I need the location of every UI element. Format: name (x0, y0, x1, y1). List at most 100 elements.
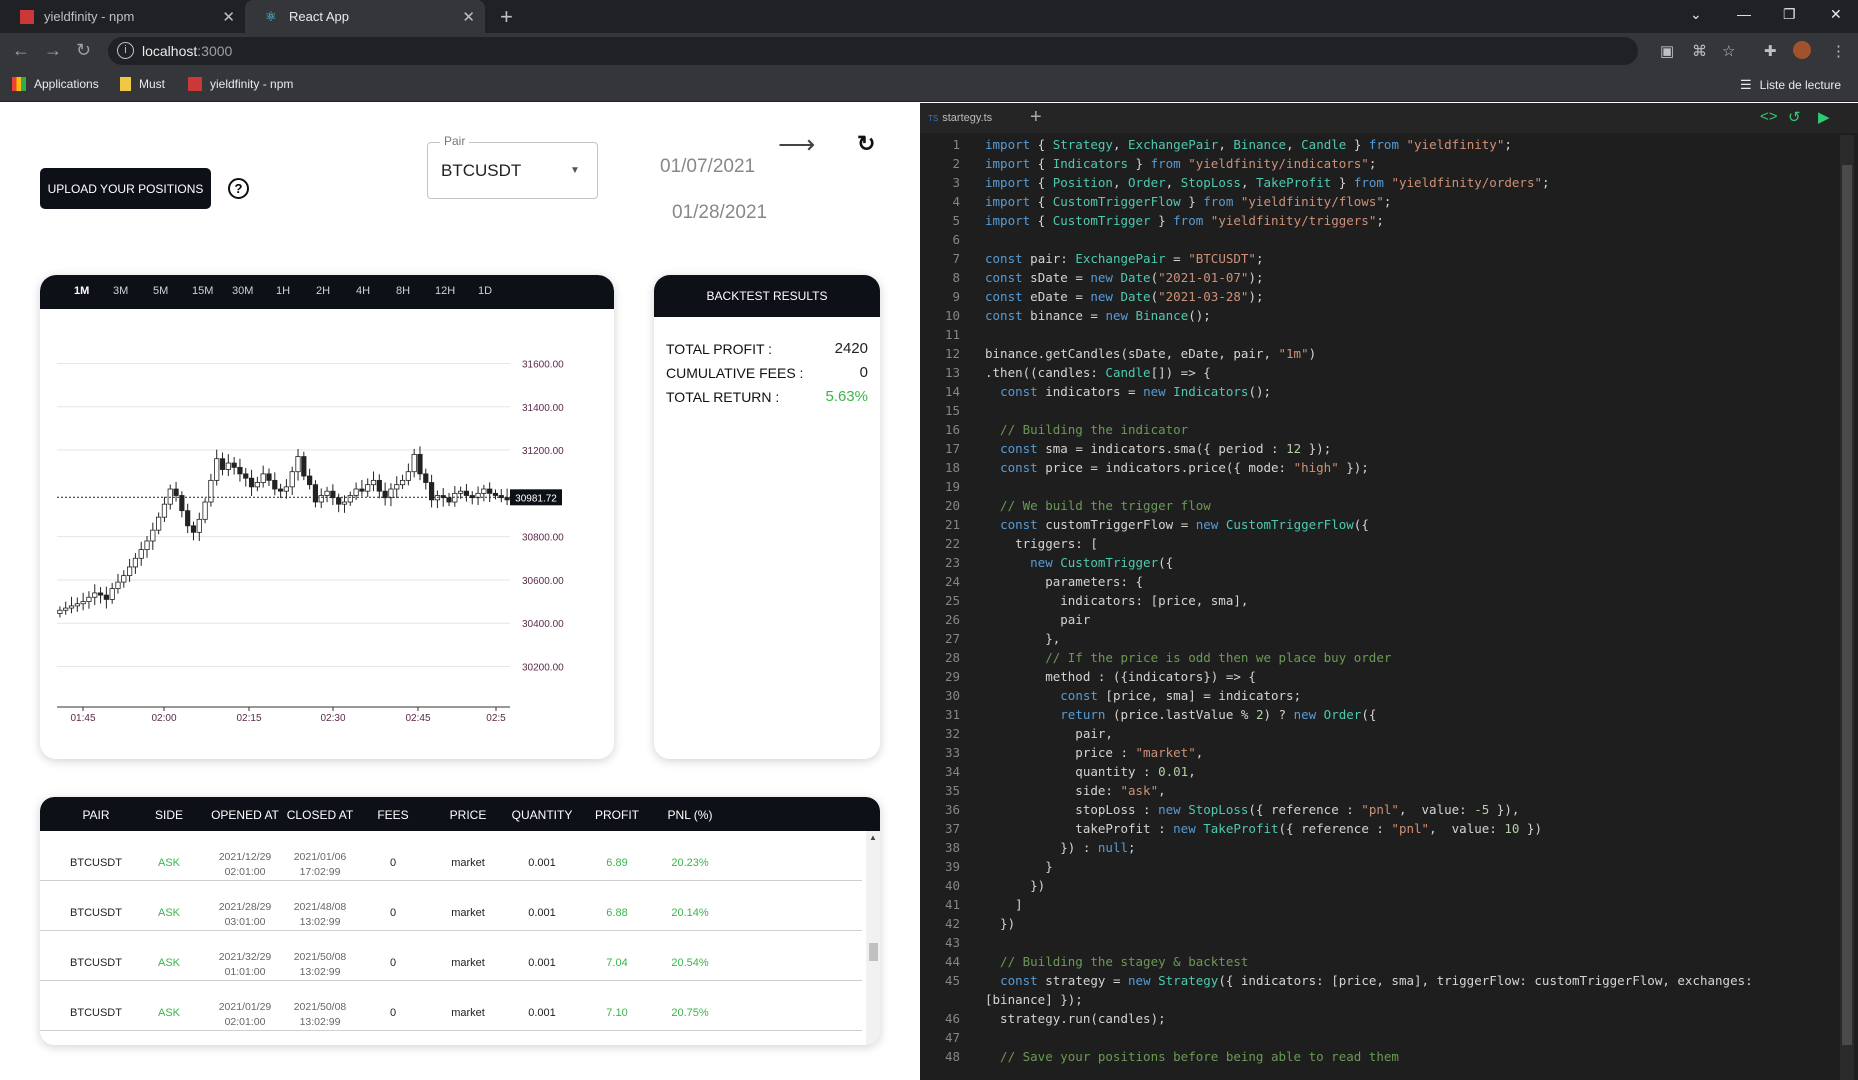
line-number: 13 (944, 365, 960, 380)
code-token: 10 (1504, 821, 1520, 836)
code-token: new (1195, 517, 1219, 532)
scroll-thumb[interactable] (869, 943, 878, 961)
start-date-input[interactable]: 01/07/2021 (660, 156, 755, 178)
table-row[interactable]: BTCUSDT ASK 2021/32/29 01:01:00 2021/50/08 13… (40, 931, 862, 981)
bookmark-applications[interactable]: Applications (12, 77, 99, 91)
code-token: import (985, 137, 1031, 152)
candle-body (248, 477, 255, 488)
timeframe-8h[interactable]: 8H (396, 285, 410, 297)
code-token: triggers: [ (985, 536, 1098, 551)
add-file-icon[interactable]: + (1030, 106, 1042, 129)
npm-icon (20, 9, 34, 24)
end-date-input[interactable]: 01/28/2021 (672, 202, 767, 224)
editor-scroll-thumb[interactable] (1842, 165, 1852, 1045)
close-icon[interactable]: ✕ (462, 8, 475, 26)
code-icon[interactable]: <> (1760, 108, 1778, 125)
run-icon[interactable]: ▶ (1818, 108, 1830, 126)
reading-list[interactable]: ☰ Liste de lecture (1740, 77, 1841, 93)
close-window-icon[interactable]: ✕ (1830, 6, 1842, 23)
upload-positions-button[interactable]: UPLOAD YOUR POSITIONS (40, 168, 211, 209)
timeframe-2h[interactable]: 2H (316, 285, 330, 297)
url-port: :3000 (197, 43, 233, 59)
candle-body (307, 475, 313, 486)
menu-icon[interactable]: ⋮ (1831, 42, 1846, 60)
timeframe-12h[interactable]: 12H (435, 285, 455, 297)
table-row[interactable]: BTCUSDT ASK 2021/12/29 02:01:00 2021/01/06 17… (40, 831, 862, 881)
timeframe-1d[interactable]: 1D (478, 285, 492, 297)
editor-tab-title: startegy.ts (942, 112, 993, 124)
candle-body (353, 488, 359, 496)
line-number: 9 (952, 289, 960, 304)
timeframe-30m[interactable]: 30M (232, 285, 253, 297)
minimize-icon[interactable]: — (1737, 6, 1751, 22)
code-token: { (1030, 156, 1053, 171)
help-icon[interactable]: ? (228, 178, 249, 199)
new-tab-icon[interactable]: + (500, 4, 513, 30)
refresh-icon[interactable]: ↻ (857, 131, 875, 157)
timeframe-3m[interactable]: 3M (113, 285, 128, 297)
code-line: stopLoss : new StopLoss({ reference : "p… (985, 800, 1519, 819)
editor-tab[interactable]: TS startegy.ts (928, 112, 992, 124)
code-token: quantity : (985, 764, 1159, 779)
code-token: const (985, 308, 1023, 323)
url-field[interactable]: i localhost:3000 (108, 37, 1638, 65)
candle-body (301, 456, 307, 477)
translate-icon[interactable]: ⌘ (1692, 42, 1707, 60)
code-token: "pnl" (1361, 802, 1399, 817)
code-token: Indicators (1052, 156, 1128, 171)
star-icon[interactable]: ☆ (1722, 42, 1735, 60)
avatar[interactable] (1793, 41, 1811, 59)
timeframe-15m[interactable]: 15M (192, 285, 213, 297)
code-token: ({ indicators: [price, sma], triggerFlow… (1218, 973, 1753, 988)
tab-yieldfinity-npm[interactable]: yieldfinity - npm ✕ (0, 0, 245, 33)
line-number: 48 (944, 1049, 960, 1064)
candle-body (295, 456, 301, 473)
code-token: , (1112, 175, 1129, 190)
table-row[interactable]: BTCUSDT ASK 2021/01/29 02:01:00 2021/50/08 13… (40, 981, 862, 1031)
clipboard-icon[interactable]: ▣ (1660, 42, 1674, 60)
candle-body (202, 501, 208, 520)
restore-icon[interactable]: ❐ (1783, 6, 1796, 23)
history-icon[interactable]: ↺ (1788, 108, 1801, 126)
table-row[interactable]: BTCUSDT ASK 2021/28/29 03:01:00 2021/48/08 13… (40, 881, 862, 931)
code-token: ; (1383, 194, 1392, 209)
info-icon[interactable]: i (117, 42, 134, 59)
caret-down-icon[interactable]: ▼ (570, 165, 580, 176)
back-icon[interactable]: ← (12, 40, 30, 61)
reload-icon[interactable]: ↻ (76, 40, 91, 61)
code-token: new (1105, 308, 1129, 323)
bookmark-yieldfinity[interactable]: yieldfinity - npm (188, 77, 293, 91)
code-token: 0.01 (1158, 764, 1189, 779)
bookmark-must[interactable]: Must (120, 77, 165, 91)
code-line: const sDate = new Date("2021-01-07"); (985, 268, 1264, 287)
code-token: Date (1112, 289, 1151, 304)
scroll-up-icon[interactable]: ▲ (869, 833, 877, 842)
column-header[interactable]: PNL (%) (645, 808, 735, 822)
line-number: 30 (944, 688, 960, 703)
code-token: ) ? (1263, 707, 1294, 722)
code-token: []) => { (1150, 365, 1211, 380)
timeframe-5m[interactable]: 5M (153, 285, 168, 297)
line-number: 36 (944, 802, 960, 817)
extensions-icon[interactable]: ✚ (1764, 42, 1777, 60)
code-line: .then((candles: Candle[]) => { (985, 363, 1211, 382)
code-token: "ask" (1120, 783, 1159, 798)
line-number: 12 (944, 346, 960, 361)
typescript-icon: TS (928, 114, 939, 123)
table-scrollbar[interactable]: ▲ (866, 831, 880, 1045)
tab-react-app[interactable]: ⚛ React App ✕ (245, 0, 485, 33)
timeframe-1h[interactable]: 1H (276, 285, 290, 297)
code-line: triggers: [ (985, 534, 1098, 553)
forward-icon[interactable]: → (44, 40, 62, 61)
candle-body (463, 490, 470, 496)
tab-search-icon[interactable]: ⌄ (1690, 6, 1702, 23)
line-number: 31 (944, 707, 960, 722)
close-icon[interactable]: ✕ (222, 8, 235, 26)
editor-scrollbar[interactable] (1840, 135, 1854, 1080)
timeframe-1m[interactable]: 1M (74, 285, 89, 297)
candle-body (405, 471, 411, 481)
timeframe-4h[interactable]: 4H (356, 285, 370, 297)
candle-body (411, 453, 417, 473)
